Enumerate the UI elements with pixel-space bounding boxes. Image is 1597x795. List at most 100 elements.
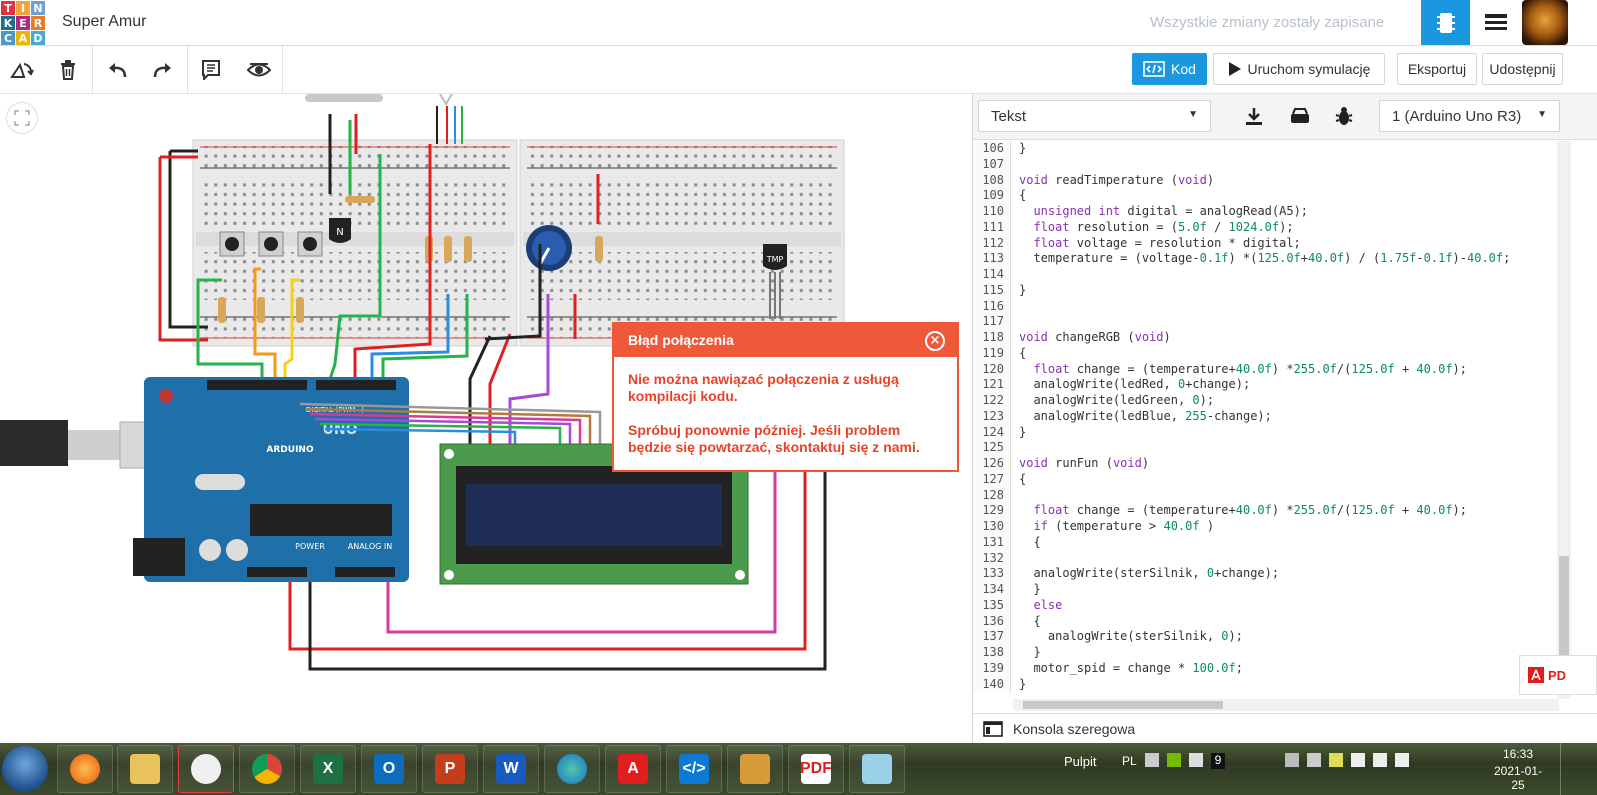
code-mode-select[interactable]: Tekst ▼	[978, 100, 1211, 132]
visibility-icon[interactable]	[243, 54, 275, 86]
line-text: unsigned int digital = analogRead(A5);	[1033, 204, 1309, 218]
error-message-1: Nie można nawiązać połączenia z usługą k…	[628, 371, 899, 404]
code-line[interactable]: 118 void changeRGB (void)	[973, 330, 1569, 346]
rotate-icon[interactable]	[6, 54, 38, 86]
top-bar: TIN KER CAD Super Amur Wszystkie zmiany zo…	[0, 0, 1597, 46]
line-number: 131	[973, 534, 1011, 551]
code-line[interactable]: 127 {	[973, 471, 1569, 488]
notes-app-icon[interactable]	[849, 745, 905, 793]
code-line[interactable]: 112 float voltage = resolution * digital…	[973, 235, 1569, 252]
code-line[interactable]: 111 float resolution = (5.0f / 1024.0f);	[973, 219, 1569, 236]
file-explorer-icon[interactable]	[117, 745, 173, 793]
user-avatar[interactable]	[1522, 0, 1568, 45]
download-icon[interactable]	[1237, 100, 1271, 132]
code-line[interactable]: 125	[973, 440, 1569, 456]
code-button[interactable]: Kod	[1132, 53, 1207, 85]
code-line[interactable]: 137 analogWrite(sterSilnik, 0);	[973, 629, 1569, 645]
code-line[interactable]: 132	[973, 550, 1569, 567]
code-line[interactable]: 126 void runFun (void)	[973, 456, 1569, 472]
tinkercad-logo[interactable]: TIN KER CAD	[0, 0, 45, 45]
powerpoint-icon[interactable]: P	[422, 745, 478, 793]
code-line[interactable]: 136 {	[973, 613, 1569, 630]
line-text: void runFun (void)	[1019, 456, 1150, 470]
notes-icon[interactable]	[195, 54, 227, 86]
outlook-icon[interactable]: O	[361, 745, 417, 793]
code-line[interactable]: 121 analogWrite(ledRed, 0+change);	[973, 377, 1569, 393]
language-indicator[interactable]: PL	[1122, 754, 1137, 768]
chrome-icon[interactable]	[239, 745, 295, 793]
debugger-bug-icon[interactable]	[1327, 100, 1361, 132]
code-line[interactable]: 123 analogWrite(ledBlue, 255-change);	[973, 408, 1569, 425]
code-label: Kod	[1171, 61, 1196, 77]
edge-icon[interactable]	[544, 745, 600, 793]
code-line[interactable]: 109 {	[973, 188, 1569, 204]
app-tool-icon[interactable]	[727, 745, 783, 793]
keyboard-icon	[1145, 753, 1159, 767]
line-text: }	[1019, 282, 1027, 297]
start-button-icon[interactable]	[2, 746, 48, 792]
pdf-reader-icon[interactable]: PDF	[788, 745, 844, 793]
code-line[interactable]: 122 analogWrite(ledGreen, 0);	[973, 393, 1569, 409]
library-icon[interactable]	[1283, 100, 1317, 132]
line-text: }	[1019, 141, 1027, 155]
line-text: {	[1019, 345, 1027, 360]
export-button[interactable]: Eksportuj	[1397, 53, 1477, 85]
power-header-label: POWER	[295, 542, 325, 551]
word-icon[interactable]: W	[483, 745, 539, 793]
code-line[interactable]: 124}	[973, 424, 1569, 441]
code-line[interactable]: 140}	[973, 676, 1569, 693]
code-line[interactable]: 106}	[973, 141, 1569, 157]
start-simulation-button[interactable]: Uruchom symulację	[1213, 53, 1385, 85]
code-line[interactable]: 110 unsigned int digital = analogRead(A5…	[973, 204, 1569, 220]
code-editor[interactable]: 106} 107 108 void readTimperature (void) 109…	[973, 141, 1569, 697]
firefox-icon[interactable]	[57, 745, 113, 793]
code-line[interactable]: 107	[973, 156, 1569, 173]
share-button[interactable]: Udostępnij	[1482, 53, 1563, 85]
logo-letter: C	[1, 31, 15, 45]
redo-icon[interactable]	[147, 54, 179, 86]
line-number: 138	[973, 645, 1011, 661]
circuit-view-button[interactable]	[1421, 0, 1470, 45]
vscode-icon[interactable]: </>	[666, 745, 722, 793]
code-line[interactable]: 120 float change = (temperature+40.0f) *…	[973, 361, 1569, 378]
arduino-brand: ARDUINO	[266, 445, 314, 455]
close-icon[interactable]: ×	[925, 331, 945, 351]
line-text: }	[1019, 424, 1027, 439]
excel-icon[interactable]: X	[300, 745, 356, 793]
trash-icon[interactable]	[52, 54, 84, 86]
snipping-tool-icon[interactable]	[178, 745, 234, 793]
code-line[interactable]: 133 analogWrite(sterSilnik, 0+change);	[973, 566, 1569, 582]
system-tray-icons[interactable]	[1285, 753, 1425, 773]
code-line[interactable]: 114	[973, 267, 1569, 283]
clock[interactable]: 16:33 2021-01-25	[1488, 747, 1548, 792]
serial-console-toggle[interactable]: Konsola szeregowa	[973, 713, 1597, 743]
pdf-popup[interactable]: PD	[1519, 655, 1597, 695]
code-line[interactable]: 117	[973, 314, 1569, 330]
code-line[interactable]: 131 {	[973, 534, 1569, 551]
code-line[interactable]: 115}	[973, 282, 1569, 299]
tray-icons[interactable]: 9	[1145, 753, 1265, 773]
analog-header-label: ANALOG IN	[348, 542, 393, 551]
code-line[interactable]: 135 else	[973, 597, 1569, 614]
desktop-label[interactable]: Pulpit	[1064, 754, 1097, 769]
line-text	[1011, 157, 1019, 173]
undo-icon[interactable]	[101, 54, 133, 86]
device-select[interactable]: 1 (Arduino Uno R3) ▼	[1379, 100, 1560, 132]
component-list-button[interactable]	[1472, 0, 1520, 45]
code-vertical-scrollbar[interactable]	[1557, 141, 1571, 699]
code-line[interactable]: 139 motor_spid = change * 100.0f;	[973, 660, 1569, 677]
acrobat-taskbar-icon[interactable]: A	[605, 745, 661, 793]
project-title[interactable]: Super Amur	[62, 13, 146, 31]
line-text: void readTimperature (void)	[1019, 172, 1215, 187]
code-horizontal-scrollbar[interactable]	[1013, 699, 1559, 711]
code-line[interactable]: 130 if (temperature > 40.0f )	[973, 519, 1569, 535]
code-line[interactable]: 134 }	[973, 582, 1569, 598]
code-line[interactable]: 128	[973, 487, 1569, 504]
code-line[interactable]: 108 void readTimperature (void)	[973, 172, 1569, 189]
code-line[interactable]: 119 {	[973, 345, 1569, 362]
code-line[interactable]: 138 }	[973, 645, 1569, 661]
code-line[interactable]: 116	[973, 298, 1569, 315]
code-line[interactable]: 129 float change = (temperature+40.0f) *…	[973, 503, 1569, 519]
code-line[interactable]: 113 temperature = (voltage-0.1f) *(125.0…	[973, 251, 1569, 267]
show-desktop-button[interactable]	[1560, 743, 1597, 795]
